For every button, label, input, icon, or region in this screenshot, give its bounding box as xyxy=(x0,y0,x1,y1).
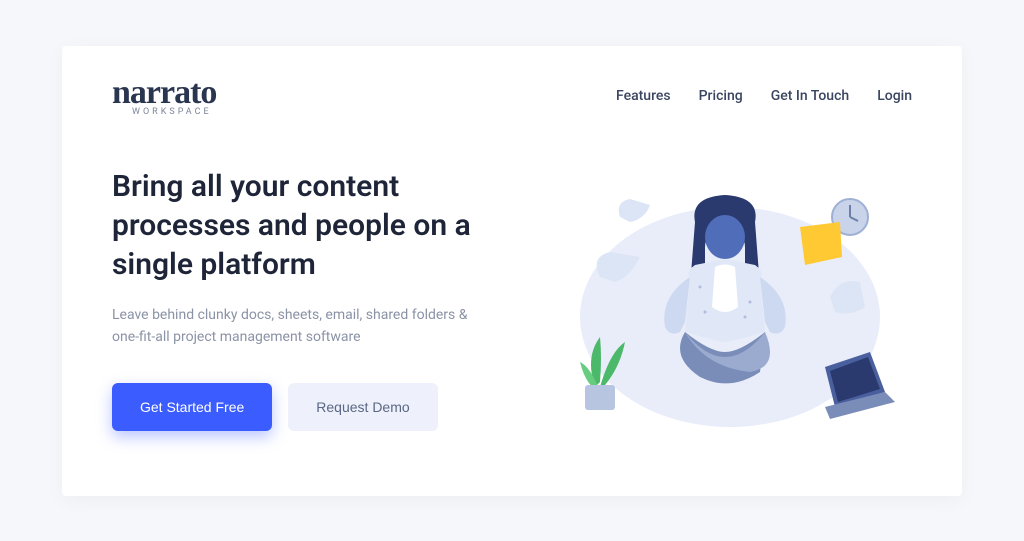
hero-title: Bring all your content processes and peo… xyxy=(112,167,492,284)
nav-item-features[interactable]: Features xyxy=(616,88,671,104)
nav-item-contact[interactable]: Get In Touch xyxy=(771,88,850,104)
hero-illustration xyxy=(527,157,912,457)
logo-sub: WORKSPACE xyxy=(132,108,216,117)
nav-item-login[interactable]: Login xyxy=(877,88,912,104)
cta-buttons: Get Started Free Request Demo xyxy=(112,383,497,431)
get-started-button[interactable]: Get Started Free xyxy=(112,383,272,431)
logo-main: narrato xyxy=(112,76,216,110)
landing-card: narrato WORKSPACE Features Pricing Get I… xyxy=(62,46,962,496)
hero-subtitle: Leave behind clunky docs, sheets, email,… xyxy=(112,304,472,349)
request-demo-button[interactable]: Request Demo xyxy=(288,383,437,431)
header: narrato WORKSPACE Features Pricing Get I… xyxy=(112,76,912,117)
hero-left: Bring all your content processes and peo… xyxy=(112,157,497,457)
nav: Features Pricing Get In Touch Login xyxy=(616,88,912,104)
hero: Bring all your content processes and peo… xyxy=(112,157,912,457)
meditation-illustration-icon xyxy=(530,157,910,457)
nav-item-pricing[interactable]: Pricing xyxy=(699,88,743,104)
logo[interactable]: narrato WORKSPACE xyxy=(112,76,216,117)
